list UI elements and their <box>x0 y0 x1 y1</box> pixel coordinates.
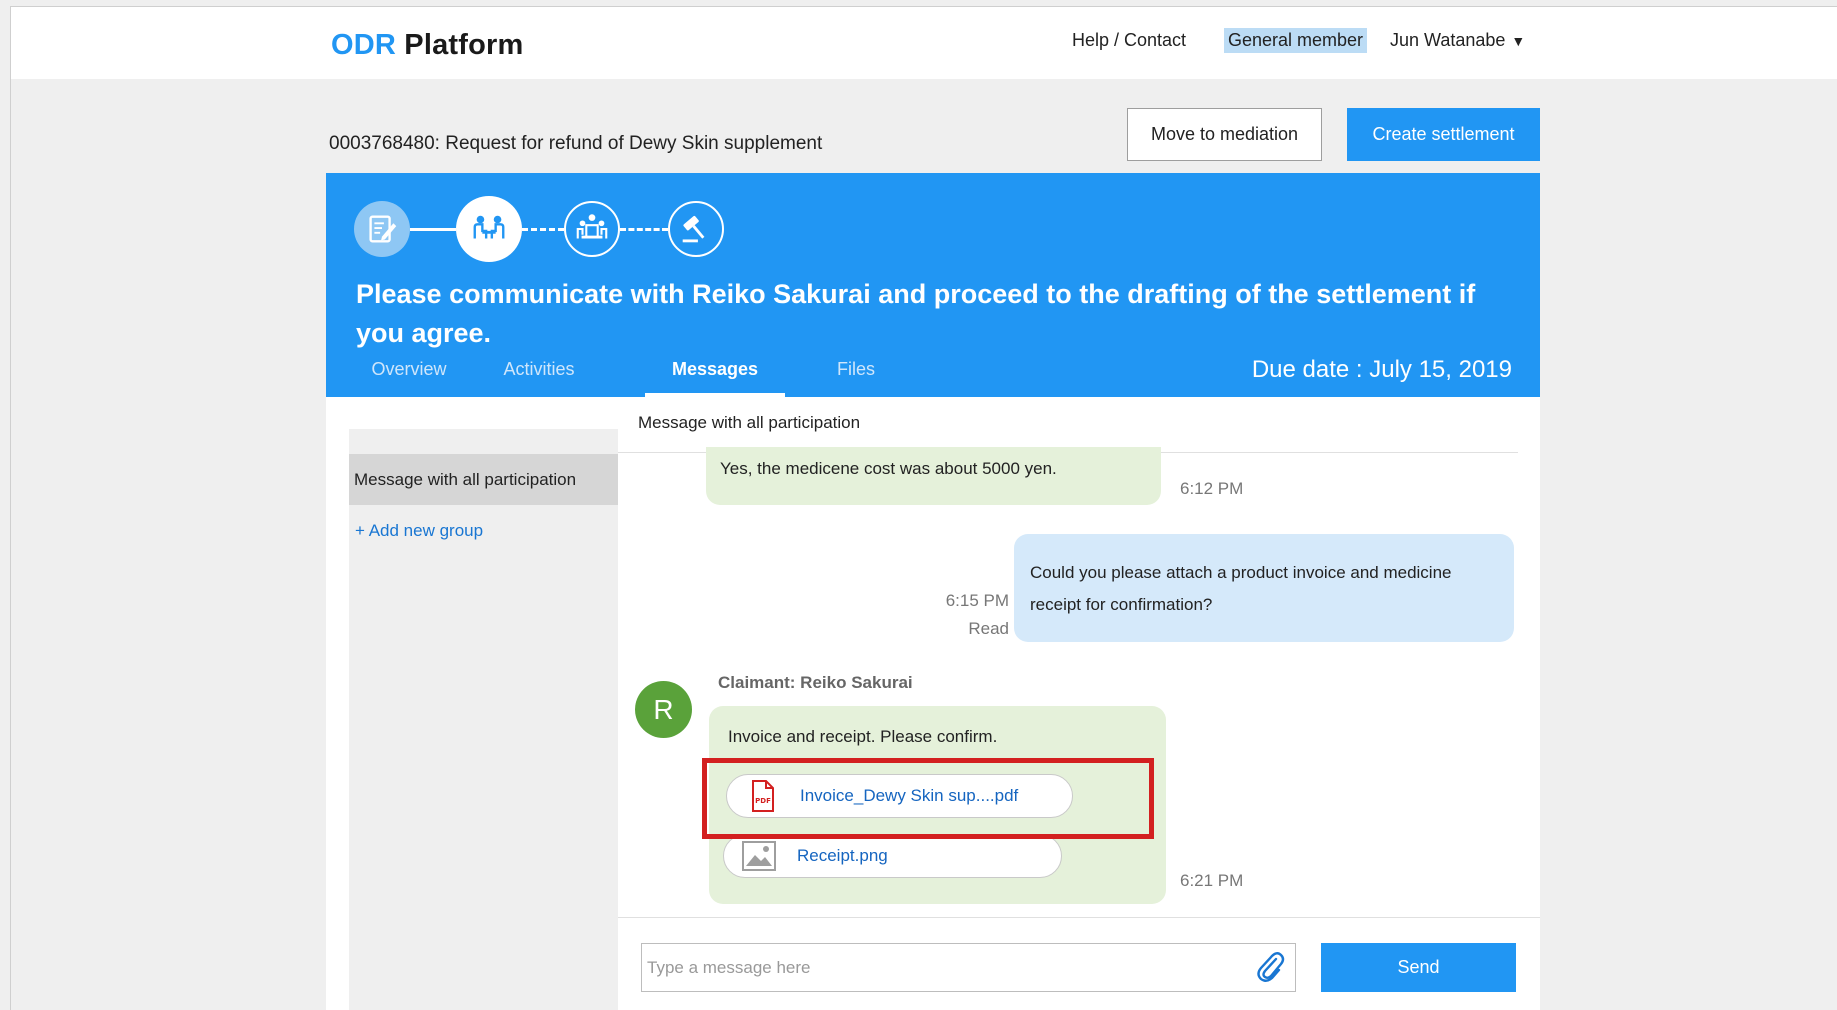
logo-prefix: ODR <box>331 29 397 61</box>
message-bubble: Could you please attach a product invoic… <box>1014 534 1514 642</box>
message-bubble: Yes, the medicene cost was about 5000 ye… <box>706 447 1161 505</box>
top-bar: ODR Platform <box>11 7 1837 79</box>
group-sidebar: Message with all participation + Add new… <box>349 429 618 1010</box>
sidebar-item-all-participation[interactable]: Message with all participation <box>349 454 618 505</box>
step-connector <box>620 228 668 231</box>
step-connector <box>410 228 456 231</box>
move-to-mediation-button[interactable]: Move to mediation <box>1127 108 1322 161</box>
case-title: 0003768480: Request for refund of Dewy S… <box>329 133 823 154</box>
image-file-icon <box>742 841 776 871</box>
message-time: 6:21 PM <box>1180 871 1244 890</box>
message-time: 6:12 PM <box>1180 479 1244 498</box>
logo-suffix: Platform <box>396 29 524 61</box>
status-banner: Please communicate with Reiko Sakurai an… <box>326 173 1540 397</box>
message-text: Yes, the medicene cost was about 5000 ye… <box>720 459 1057 478</box>
avatar: R <box>635 681 692 738</box>
tab-files[interactable]: Files <box>826 351 886 397</box>
create-settlement-button[interactable]: Create settlement <box>1347 108 1540 161</box>
message-input[interactable] <box>641 943 1296 992</box>
banner-message: Please communicate with Reiko Sakurai an… <box>356 279 1476 348</box>
message-time: 6:15 PM <box>945 591 1009 610</box>
chat-header: Message with all participation <box>638 413 861 432</box>
mediation-icon <box>564 201 620 257</box>
caret-down-icon: ▼ <box>1511 33 1526 49</box>
attachment-name: Receipt.png <box>797 846 888 865</box>
sender-name: Claimant: Reiko Sakurai <box>718 673 913 692</box>
member-badge: General member <box>1224 28 1368 53</box>
edit-document-icon <box>354 201 410 257</box>
user-menu[interactable]: Jun Watanabe ▼ <box>1390 30 1525 51</box>
add-new-group-link[interactable]: + Add new group <box>355 521 483 541</box>
tab-activities[interactable]: Activities <box>494 351 584 397</box>
tab-messages[interactable]: Messages <box>645 351 785 397</box>
paperclip-icon[interactable] <box>1254 950 1286 984</box>
tab-overview[interactable]: Overview <box>354 351 464 397</box>
messages-panel: Message with all participation + Add new… <box>326 397 1540 1010</box>
read-status: Read <box>968 619 1009 638</box>
gavel-icon <box>668 201 724 257</box>
help-contact-link[interactable]: Help / Contact <box>1072 30 1186 51</box>
due-date: Due date : July 15, 2019 <box>1251 356 1512 383</box>
attachment-image[interactable]: Receipt.png <box>723 834 1062 878</box>
highlight-box <box>702 758 1154 839</box>
step-connector <box>522 228 564 231</box>
negotiation-icon <box>456 196 522 262</box>
send-button[interactable]: Send <box>1321 943 1516 992</box>
message-text: Invoice and receipt. Please confirm. <box>728 727 998 746</box>
message-text: Could you please attach a product invoic… <box>1030 563 1452 614</box>
divider <box>618 917 1540 918</box>
progress-steps <box>354 196 754 262</box>
logo[interactable]: ODR Platform <box>331 29 524 62</box>
user-name: Jun Watanabe <box>1390 30 1506 50</box>
